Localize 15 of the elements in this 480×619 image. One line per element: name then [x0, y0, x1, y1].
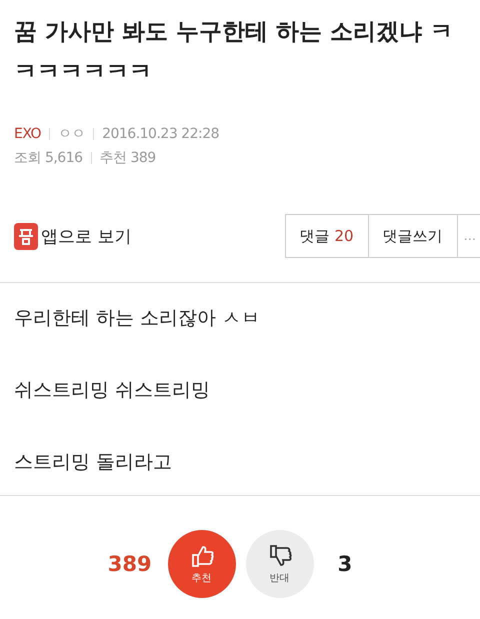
upvote-button[interactable]: 추천 [168, 530, 236, 598]
author-name: ㅇㅇ [58, 125, 86, 143]
upvote-count: 389 [108, 552, 152, 576]
downvote-count: 3 [338, 552, 352, 576]
board-link[interactable]: EXO [14, 126, 42, 142]
post-date: 2016.10.23 22:28 [102, 126, 220, 142]
app-icon [14, 222, 38, 250]
downvote-button[interactable]: 반대 [246, 530, 314, 598]
recommend-count: 추천 389 [100, 149, 156, 167]
view-count: 조회 5,616 [14, 149, 83, 167]
post-title: 꿈 가사만 봐도 누구한테 하는 소리겠냐 ㅋㅋㅋㅋㅋㅋㅋ [13, 18, 454, 87]
body-text: 스트리밍 돌리라고 [14, 450, 174, 475]
body-text: 쉬스트리밍 쉬스트리밍 [14, 378, 212, 403]
body-text: 우리한테 하는 소리잖아 ㅅㅂ [14, 306, 262, 331]
app-link[interactable]: 앱으로 보기 [14, 222, 132, 250]
